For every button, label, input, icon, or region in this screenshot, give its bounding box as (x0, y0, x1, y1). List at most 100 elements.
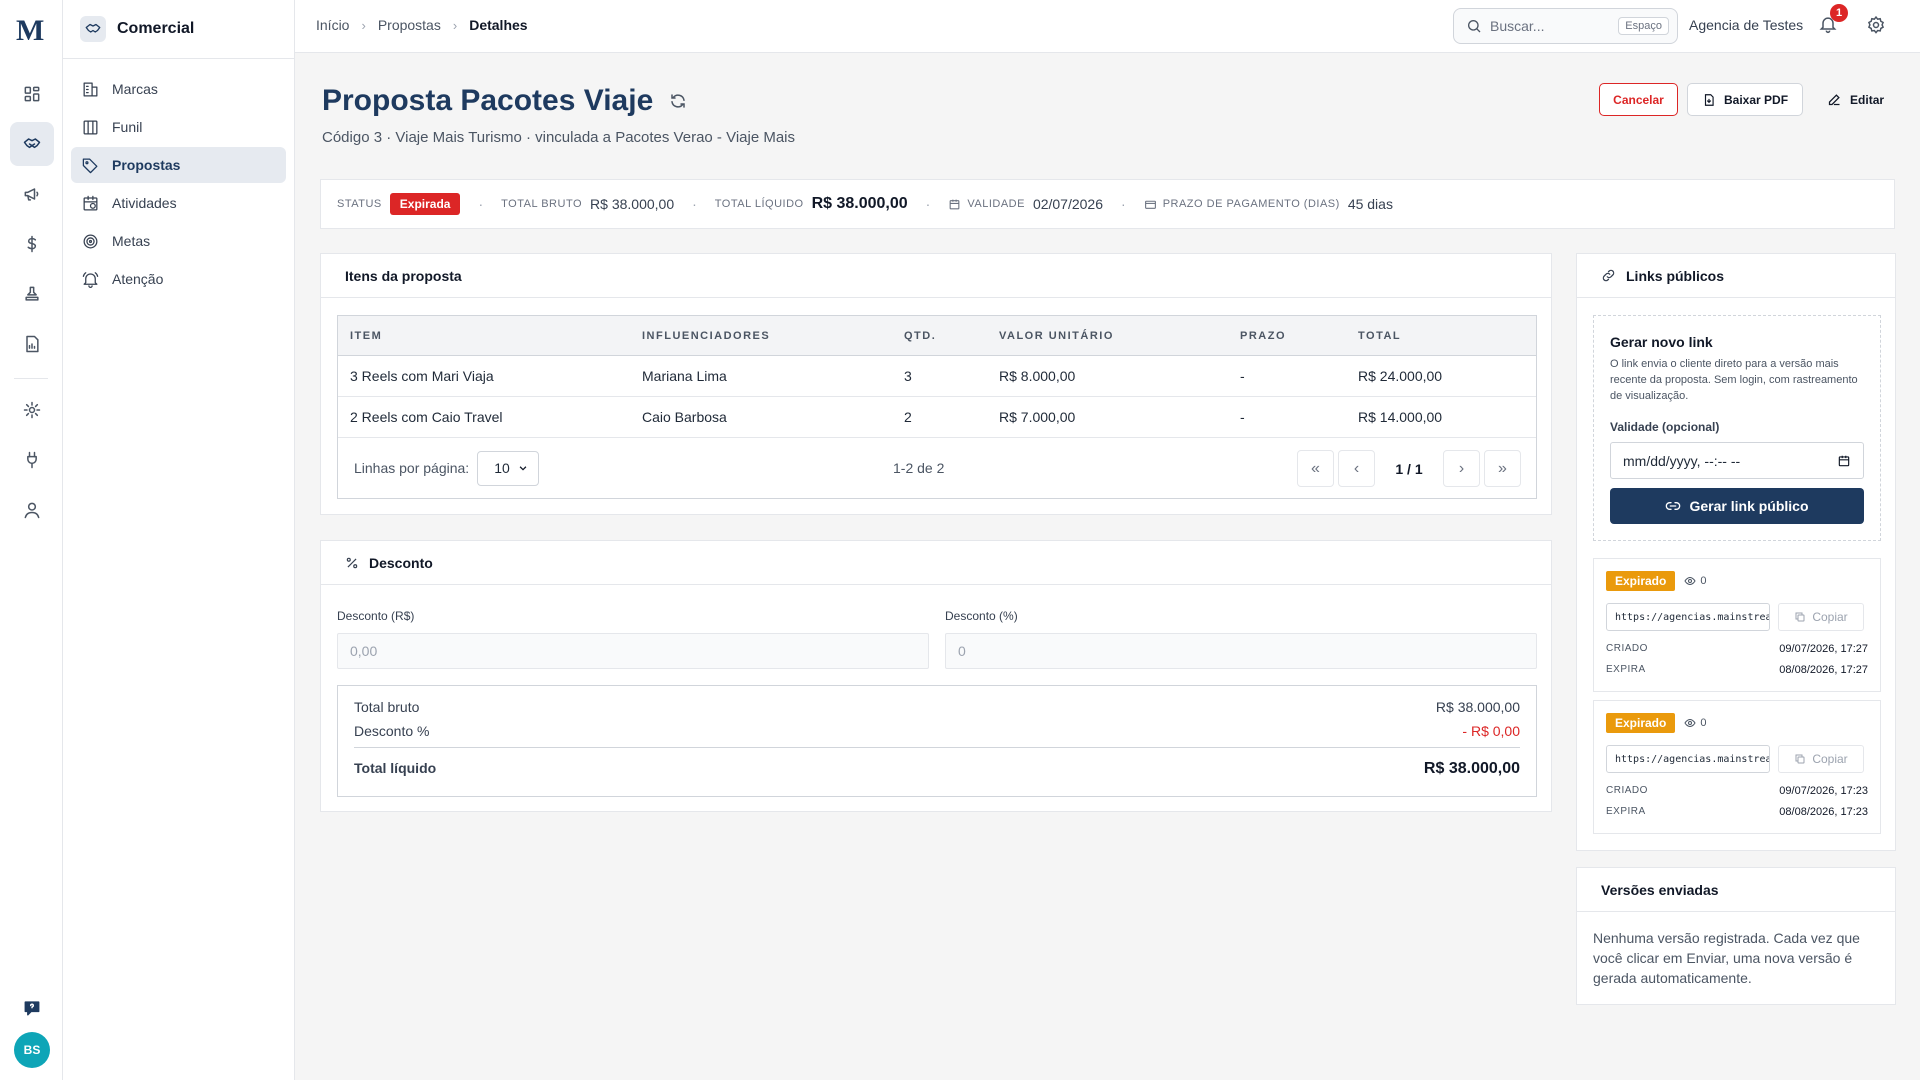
pagination: « ‹ 1 / 1 › » (1297, 450, 1521, 487)
gross-total-value: R$ 38.000,00 (590, 196, 675, 212)
prev-page-button[interactable]: ‹ (1338, 450, 1375, 487)
table-row[interactable]: 2 Reels com Caio Travel Caio Barbosa 2 R… (338, 397, 1536, 438)
link-url-field[interactable]: https://agencias.mainstream (1606, 745, 1770, 773)
building-icon (83, 82, 98, 96)
gear-icon (1867, 15, 1885, 34)
download-pdf-button[interactable]: Baixar PDF (1687, 83, 1804, 116)
user-icon[interactable] (10, 488, 54, 532)
payment-term-label: PRAZO DE PAGAMENTO (DIAS) (1162, 198, 1340, 210)
next-page-button[interactable]: › (1443, 450, 1480, 487)
dollar-icon[interactable] (10, 222, 54, 266)
chevron-right-icon: › (452, 17, 458, 33)
sidebar-item-label: Atividades (112, 195, 177, 211)
cell-qty: 2 (904, 409, 912, 425)
sidebar-item-atencao[interactable]: Atenção (71, 261, 286, 297)
discount-card-header: Desconto (321, 541, 1551, 585)
column-header-unit-value[interactable]: VALOR UNITÁRIO (987, 330, 1228, 342)
created-label: CRIADO (1606, 643, 1648, 654)
generate-link-button[interactable]: Gerar link público (1610, 488, 1864, 524)
avatar[interactable]: BS (14, 1032, 50, 1068)
first-page-button[interactable]: « (1297, 450, 1334, 487)
view-count-value: 0 (1700, 575, 1707, 587)
column-header-total[interactable]: TOTAL (1346, 330, 1536, 342)
column-header-term[interactable]: PRAZO (1228, 330, 1346, 342)
net-total-row: Total líquido R$ 38.000,00 (354, 747, 1520, 778)
edit-button[interactable]: Editar (1812, 83, 1899, 116)
top-bar: Início › Propostas › Detalhes Buscar... … (295, 0, 1920, 53)
status-badge: Expirada (389, 193, 461, 215)
search-input[interactable]: Buscar... Espaço (1453, 8, 1678, 44)
status-bar: STATUS Expirada · TOTAL BRUTO R$ 38.000,… (320, 179, 1895, 229)
validity-datetime-input[interactable]: mm/dd/yyyy, --:-- -- (1610, 442, 1864, 479)
column-header-qty[interactable]: QTD. (892, 330, 987, 342)
cell-influencer: Mariana Lima (642, 368, 727, 384)
sidebar-item-propostas[interactable]: Propostas (71, 147, 286, 183)
page-title: Proposta Pacotes Viaje (322, 84, 687, 118)
net-total-label: TOTAL LÍQUIDO (714, 198, 804, 210)
cell-influencer: Caio Barbosa (642, 409, 727, 425)
sidebar-item-atividades[interactable]: Atividades (71, 185, 286, 221)
megaphone-icon[interactable] (10, 172, 54, 216)
separator-dot: · (692, 196, 697, 212)
copy-icon (1795, 612, 1805, 622)
cancel-button[interactable]: Cancelar (1599, 83, 1678, 116)
breadcrumb-propostas[interactable]: Propostas (378, 17, 441, 33)
discount-brl-input[interactable]: 0,00 (337, 633, 929, 669)
expires-label: EXPIRA (1606, 806, 1646, 817)
agency-name[interactable]: Agencia de Testes (1689, 17, 1803, 33)
settings-button[interactable] (1866, 15, 1886, 38)
copy-label: Copiar (1812, 610, 1848, 624)
discount-pct-input[interactable]: 0 (945, 633, 1537, 669)
breadcrumb-inicio[interactable]: Início (316, 17, 349, 33)
table-row[interactable]: 3 Reels com Mari Viaja Mariana Lima 3 R$… (338, 356, 1536, 397)
sidebar-item-metas[interactable]: Metas (71, 223, 286, 259)
brand-logo[interactable]: M (16, 14, 44, 48)
net-total-value: R$ 38.000,00 (1423, 760, 1520, 777)
validity-datetime-placeholder: mm/dd/yyyy, --:-- -- (1623, 452, 1741, 469)
file-download-icon (1704, 93, 1714, 106)
rows-per-page-select[interactable]: 10 (477, 450, 540, 486)
column-header-item[interactable]: ITEM (338, 330, 630, 342)
view-count-value: 0 (1700, 717, 1707, 729)
eye-icon (1684, 576, 1696, 586)
created-label: CRIADO (1606, 785, 1648, 796)
generate-link-box: Gerar novo link O link envia o cliente d… (1593, 315, 1881, 541)
table-footer: Linhas por página: 10 1-2 de 2 « ‹ 1 / 1… (338, 438, 1536, 498)
column-header-influencers[interactable]: INFLUENCIADORES (630, 330, 892, 342)
notifications-button[interactable]: 1 (1818, 4, 1848, 37)
cell-item: 3 Reels com Mari Viaja (350, 368, 494, 384)
copy-link-button[interactable]: Copiar (1778, 745, 1864, 773)
dashboard-icon[interactable] (10, 72, 54, 116)
tag-icon (82, 158, 98, 173)
handshake-icon[interactable] (10, 122, 54, 166)
target-icon (83, 234, 98, 248)
report-icon[interactable] (10, 322, 54, 366)
plug-icon[interactable] (10, 438, 54, 482)
header-actions: Cancelar Baixar PDF Editar (1599, 83, 1899, 116)
handshake-icon (80, 16, 106, 42)
sidebar-item-label: Funil (112, 119, 143, 135)
chevron-right-icon: › (361, 17, 366, 33)
refresh-icon[interactable] (669, 92, 687, 110)
link-url-field[interactable]: https://agencias.mainstream (1606, 603, 1770, 631)
stamp-icon[interactable] (10, 272, 54, 316)
versions-empty-message: Nenhuma versão registrada. Cada vez que … (1593, 930, 1860, 986)
table-header: ITEM INFLUENCIADORES QTD. VALOR UNITÁRIO… (338, 316, 1536, 356)
pagination-range: 1-2 de 2 (893, 460, 945, 476)
link-status-badge: Expirado (1606, 713, 1676, 733)
sidebar-item-marcas[interactable]: Marcas (71, 71, 286, 107)
cell-unit-value: R$ 8.000,00 (999, 368, 1076, 384)
sidebar-item-funil[interactable]: Funil (71, 109, 286, 145)
sidebar: Comercial Marcas Funil Propostas Ativida… (63, 0, 295, 1080)
totals-summary: Total bruto R$ 38.000,00 Desconto % - R$… (337, 685, 1537, 797)
last-page-button[interactable]: » (1484, 450, 1521, 487)
calendar-icon[interactable] (1837, 454, 1851, 468)
eye-icon (1684, 718, 1696, 728)
copy-link-button[interactable]: Copiar (1778, 603, 1864, 631)
help-icon[interactable] (10, 986, 54, 1030)
gross-total-row: Total bruto R$ 38.000,00 (354, 699, 1520, 715)
settings-icon[interactable] (10, 388, 54, 432)
public-links-title: Links públicos (1626, 267, 1725, 284)
net-total-label: Total líquido (354, 760, 437, 776)
discount-row: Desconto % - R$ 0,00 (354, 723, 1520, 739)
